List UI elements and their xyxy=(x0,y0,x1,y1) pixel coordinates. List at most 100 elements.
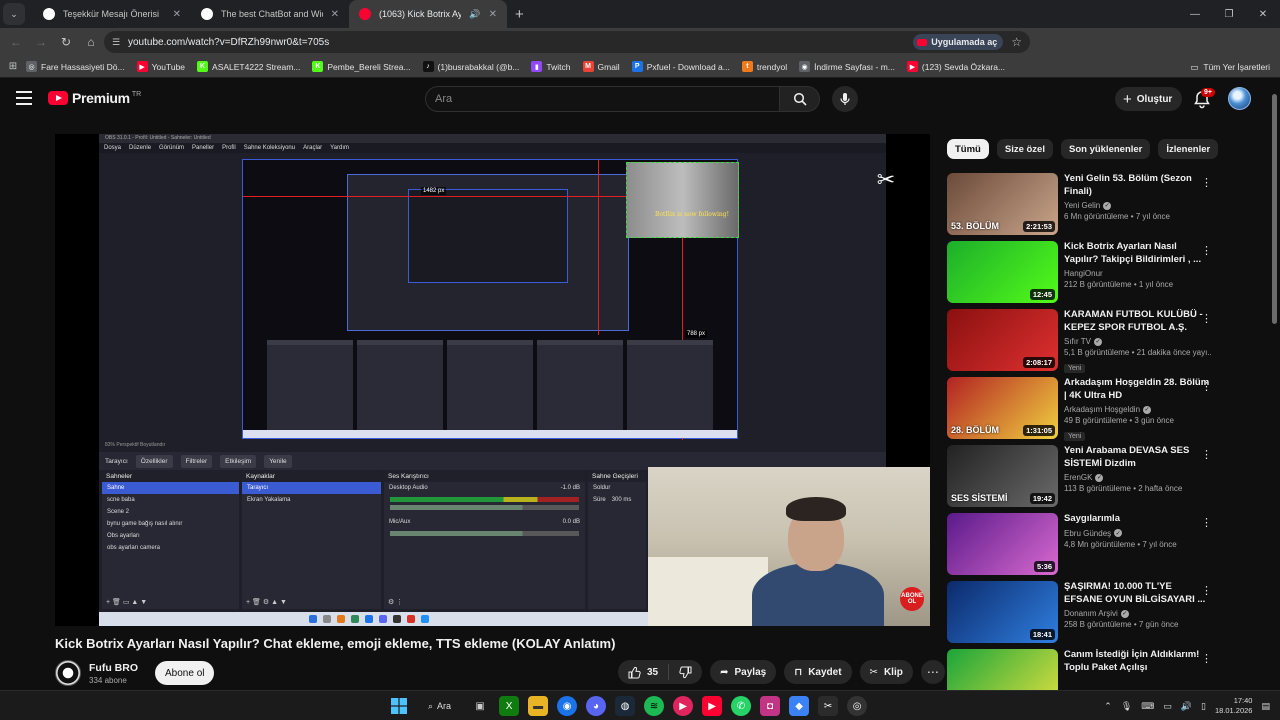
bookmark-item[interactable]: ♪ (1)busrabakkal (@b... xyxy=(422,61,519,72)
bookmark-item[interactable]: t trendyol xyxy=(741,61,787,72)
more-options-icon[interactable]: ⋮ xyxy=(1201,652,1212,665)
keyboard-icon[interactable]: ⌨ xyxy=(1141,701,1154,712)
channel-avatar[interactable] xyxy=(55,660,81,686)
more-options-icon[interactable]: ⋮ xyxy=(1201,448,1212,461)
recommendation-title[interactable]: Arkadaşım Hoşgeldin 28. Bölüm | 4K Ultra… xyxy=(1064,377,1212,402)
recommendation-channel[interactable]: Ebru Gündeş ✓ xyxy=(1064,529,1212,538)
recommendation-channel[interactable]: Donanım Arşivi ✓ xyxy=(1064,609,1212,618)
recommendation-item[interactable]: 18:41 ŞAŞIRMA! 10.000 TL'YE EFSANE OYUN B… xyxy=(947,581,1222,649)
more-options-icon[interactable]: ⋮ xyxy=(1201,584,1212,597)
capcut-icon[interactable]: ✂ xyxy=(818,696,839,716)
apps-grid-icon[interactable]: ⊞ xyxy=(0,61,26,72)
recommendation-channel[interactable]: HangiOnur xyxy=(1064,269,1212,278)
page-scrollbar[interactable] xyxy=(1272,94,1277,324)
bookmark-item[interactable]: P Pxfuel - Download a... xyxy=(631,61,730,72)
bookmark-item[interactable]: ◎ Fare Hassasiyeti Dö... xyxy=(26,61,125,72)
maximize-icon[interactable]: ❐ xyxy=(1212,0,1246,28)
dislike-button[interactable] xyxy=(669,666,702,679)
filter-chip[interactable]: İzlenenler xyxy=(1158,139,1219,159)
recommendation-channel[interactable]: ErenGK ✓ xyxy=(1064,473,1212,482)
new-tab-button[interactable]: + xyxy=(515,6,524,23)
obs-icon[interactable]: ◎ xyxy=(847,696,868,716)
video-thumbnail[interactable]: 53. BÖLÜM 2:21:53 xyxy=(947,173,1058,235)
recommendation-channel[interactable]: Yeni Gelin ✓ xyxy=(1064,201,1212,210)
tray-overflow-icon[interactable]: ⌃ xyxy=(1104,701,1112,712)
subscribe-button[interactable]: Abone ol xyxy=(155,661,215,685)
more-options-icon[interactable]: ⋮ xyxy=(1201,380,1212,393)
chrome-icon[interactable]: ◉ xyxy=(557,696,578,716)
channel-name[interactable]: Fufu BRO xyxy=(89,662,138,674)
recommendation-item[interactable]: SES SİSTEMİ 19:42 Yeni Arabama DEVASA SES … xyxy=(947,445,1222,513)
windows-start-icon[interactable] xyxy=(389,696,409,716)
filter-chip[interactable]: Son yüklenenler xyxy=(1060,139,1151,159)
video-thumbnail[interactable]: SES SİSTEMİ 19:42 xyxy=(947,445,1058,507)
url-text[interactable]: youtube.com/watch?v=DfRZh99nwr0&t=705s xyxy=(128,37,913,48)
like-button[interactable]: 35 xyxy=(618,664,670,680)
xbox-icon[interactable]: X xyxy=(499,696,520,716)
open-in-app-button[interactable]: Uygulamada aç xyxy=(913,34,1004,50)
battery-icon[interactable]: ▯ xyxy=(1201,701,1206,712)
youtube-app-icon[interactable]: ▶ xyxy=(702,696,723,716)
vpn-icon[interactable]: ◆ xyxy=(789,696,810,716)
tab-search-button[interactable]: ⌄ xyxy=(3,3,25,25)
more-options-icon[interactable]: ⋮ xyxy=(1201,244,1212,257)
task-view-icon[interactable]: ▣ xyxy=(470,696,490,716)
all-bookmarks-button[interactable]: ▭ Tüm Yer İşaretleri xyxy=(1190,56,1270,78)
discord-icon[interactable]: ◕ xyxy=(586,696,607,716)
recommendation-title[interactable]: KARAMAN FUTBOL KULÜBÜ - KEPEZ SPOR FUTBO… xyxy=(1064,309,1212,334)
voice-search-button[interactable] xyxy=(832,86,858,112)
recommendation-item[interactable]: 53. BÖLÜM 2:21:53 Yeni Gelin 53. Bölüm (Se… xyxy=(947,173,1222,241)
filter-chip[interactable]: Tümü xyxy=(947,139,989,159)
more-options-icon[interactable]: ⋮ xyxy=(1201,516,1212,529)
notification-center-icon[interactable]: ▤ xyxy=(1261,701,1270,712)
hamburger-menu-icon[interactable] xyxy=(16,91,32,105)
site-info-icon[interactable]: ☰ xyxy=(104,37,128,48)
filter-chip[interactable]: Size özel xyxy=(996,139,1053,159)
close-tab-icon[interactable]: ✕ xyxy=(489,9,497,20)
clock[interactable]: 17:40 18.01.2026 xyxy=(1215,696,1253,716)
back-icon[interactable]: ← xyxy=(4,30,28,54)
file-explorer-icon[interactable]: ▬ xyxy=(528,696,549,716)
recommendation-channel[interactable]: Sıfır TV ✓ xyxy=(1064,337,1212,346)
more-options-icon[interactable]: ⋮ xyxy=(1201,176,1212,189)
forward-icon[interactable]: → xyxy=(29,30,53,54)
minimize-icon[interactable]: — xyxy=(1178,0,1212,28)
video-thumbnail[interactable]: 18:41 xyxy=(947,581,1058,643)
clip-button[interactable]: ✂ Klip xyxy=(859,660,913,684)
recommendation-title[interactable]: Yeni Gelin 53. Bölüm (Sezon Finali) xyxy=(1064,173,1212,198)
youtube-premium-logo[interactable]: Premium TR xyxy=(48,90,141,106)
browser-tab[interactable]: Teşekkür Mesajı Önerisi ✕ xyxy=(33,0,191,28)
video-thumbnail[interactable]: 5:36 xyxy=(947,513,1058,575)
browser-tab[interactable]: The best ChatBot and Widgets ✕ xyxy=(191,0,349,28)
share-button[interactable]: ➦ Paylaş xyxy=(710,660,777,684)
close-tab-icon[interactable]: ✕ xyxy=(331,9,339,20)
close-tab-icon[interactable]: ✕ xyxy=(173,9,181,20)
address-bar[interactable]: ☰ youtube.com/watch?v=DfRZh99nwr0&t=705s… xyxy=(104,31,1030,53)
taskbar-search[interactable]: ⌕ Ara xyxy=(418,701,461,712)
media-player-icon[interactable]: ▶ xyxy=(673,696,694,716)
bookmark-item[interactable]: K Pembe_Bereli Strea... xyxy=(312,61,411,72)
create-button[interactable]: + Oluştur xyxy=(1115,87,1183,111)
video-thumbnail[interactable]: 2:08:17 xyxy=(947,309,1058,371)
more-actions-icon[interactable]: ⋯ xyxy=(920,660,945,684)
speaker-icon[interactable]: 🔊 xyxy=(469,9,480,20)
recommendation-item[interactable]: 5:36 Saygılarımla Ebru Gündeş ✓ 4,8 Mn görün… xyxy=(947,513,1222,581)
bookmark-item[interactable]: ▶ (123) Sevda Özkara... xyxy=(906,61,1005,72)
recommendation-title[interactable]: ŞAŞIRMA! 10.000 TL'YE EFSANE OYUN BİLGİS… xyxy=(1064,581,1212,606)
search-button[interactable] xyxy=(780,86,820,112)
account-avatar[interactable] xyxy=(1228,87,1251,110)
recommendation-item[interactable]: 28. BÖLÜM 1:31:05 Arkadaşım Hoşgeldin 28. … xyxy=(947,377,1222,445)
bookmark-item[interactable]: M Gmail xyxy=(582,61,620,72)
browser-tab[interactable]: (1063) Kick Botrix Ayarları N 🔊 ✕ xyxy=(349,0,507,28)
bookmark-star-icon[interactable]: ☆ xyxy=(1011,35,1022,49)
spotify-icon[interactable]: ≋ xyxy=(644,696,665,716)
recommendation-title[interactable]: Yeni Arabama DEVASA SES SİSTEMİ Dizdim xyxy=(1064,445,1212,470)
instagram-icon[interactable]: ◘ xyxy=(760,696,781,716)
recommendation-item[interactable]: 12:45 Kick Botrix Ayarları Nasıl Yapılır?… xyxy=(947,241,1222,309)
reload-icon[interactable]: ↻ xyxy=(54,30,78,54)
bookmark-item[interactable]: K ASALET4222 Stream... xyxy=(197,61,300,72)
recommendation-title[interactable]: Saygılarımla xyxy=(1064,513,1212,526)
bookmark-item[interactable]: ▮ Twitch xyxy=(531,61,571,72)
close-window-icon[interactable]: ✕ xyxy=(1246,0,1280,28)
recommendation-item[interactable]: 2:08:17 KARAMAN FUTBOL KULÜBÜ - KEPEZ SPO… xyxy=(947,309,1222,377)
